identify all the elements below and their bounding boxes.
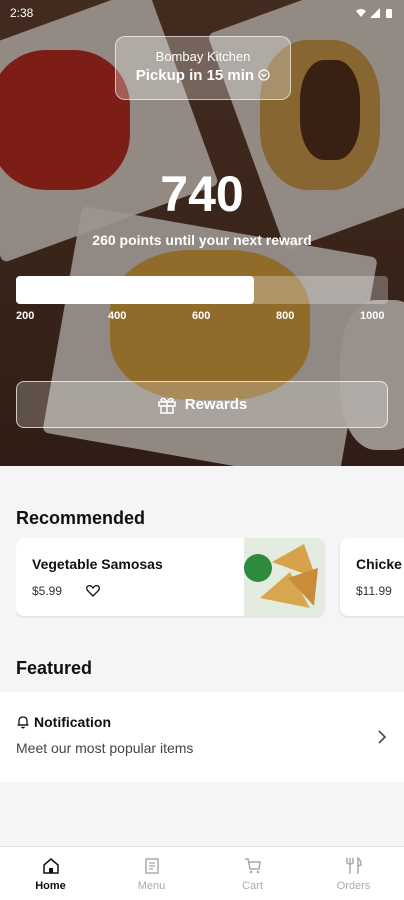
tab-menu-label: Menu: [137, 879, 166, 892]
progress-tick-label: 1000: [360, 310, 385, 322]
tab-home-label: Home: [35, 879, 66, 892]
samosa-image: [244, 538, 324, 616]
bell-icon: [17, 716, 29, 729]
battery-icon: [386, 9, 392, 18]
notification-title: Notification: [16, 714, 111, 730]
store-pickup-selector[interactable]: Bombay Kitchen Pickup in 15 min: [115, 36, 291, 100]
tab-cart-label: Cart: [242, 879, 263, 892]
orders-icon: [345, 856, 362, 874]
menu-icon: [144, 857, 159, 874]
rewards-progress-fill: [16, 276, 255, 304]
rewards-progress-bar: [16, 276, 388, 304]
featured-notification-card[interactable]: Notification Meet our most popular items: [0, 692, 404, 782]
store-name: Bombay Kitchen: [155, 49, 251, 64]
rewards-button[interactable]: Rewards: [16, 381, 388, 428]
gift-icon: [157, 397, 176, 414]
item-name: Chicke: [356, 556, 402, 572]
recommended-title: Recommended: [16, 508, 146, 528]
pickup-time: Pickup in 15 min: [116, 67, 290, 84]
recommended-list: Vegetable Samosas $5.99 Chicke $11.99: [16, 538, 404, 618]
tab-home[interactable]: Home: [0, 847, 101, 900]
progress-ticks: 200 400 600 800 1000: [16, 310, 388, 324]
status-time: 2:38: [10, 6, 34, 20]
main-content: Recommended Vegetable Samosas $5.99 Chic…: [0, 466, 404, 846]
points-subtitle: 260 points until your next reward: [92, 232, 312, 248]
status-bar: 2:38: [0, 0, 404, 26]
featured-title: Featured: [16, 658, 93, 678]
recommended-item-card[interactable]: Chicke $11.99: [340, 538, 404, 616]
item-name: Vegetable Samosas: [32, 556, 163, 572]
points-value: 740: [160, 166, 244, 222]
progress-tick-label: 800: [276, 310, 295, 322]
item-price: $11.99: [356, 584, 392, 598]
chevron-right-icon[interactable]: [376, 730, 388, 744]
chevron-down-circle-icon: [258, 69, 270, 81]
signal-icon: [370, 8, 380, 18]
progress-tick-label: 400: [108, 310, 127, 322]
home-icon: [42, 857, 59, 874]
tab-menu[interactable]: Menu: [101, 847, 202, 900]
progress-tick-label: 600: [192, 310, 211, 322]
item-price: $5.99: [32, 584, 63, 598]
cart-icon: [244, 857, 261, 873]
bottom-tab-bar: Home Menu Cart Orders: [0, 846, 404, 900]
recommended-item-card[interactable]: Vegetable Samosas $5.99: [16, 538, 324, 616]
tab-orders[interactable]: Orders: [303, 847, 404, 900]
wifi-icon: [356, 9, 366, 17]
heart-icon[interactable]: [86, 584, 100, 598]
notification-subtitle: Meet our most popular items: [16, 740, 194, 756]
progress-tick-label: 200: [16, 310, 35, 322]
rewards-button-label: Rewards: [184, 396, 248, 413]
tab-cart[interactable]: Cart: [202, 847, 303, 900]
tab-orders-label: Orders: [336, 879, 371, 892]
